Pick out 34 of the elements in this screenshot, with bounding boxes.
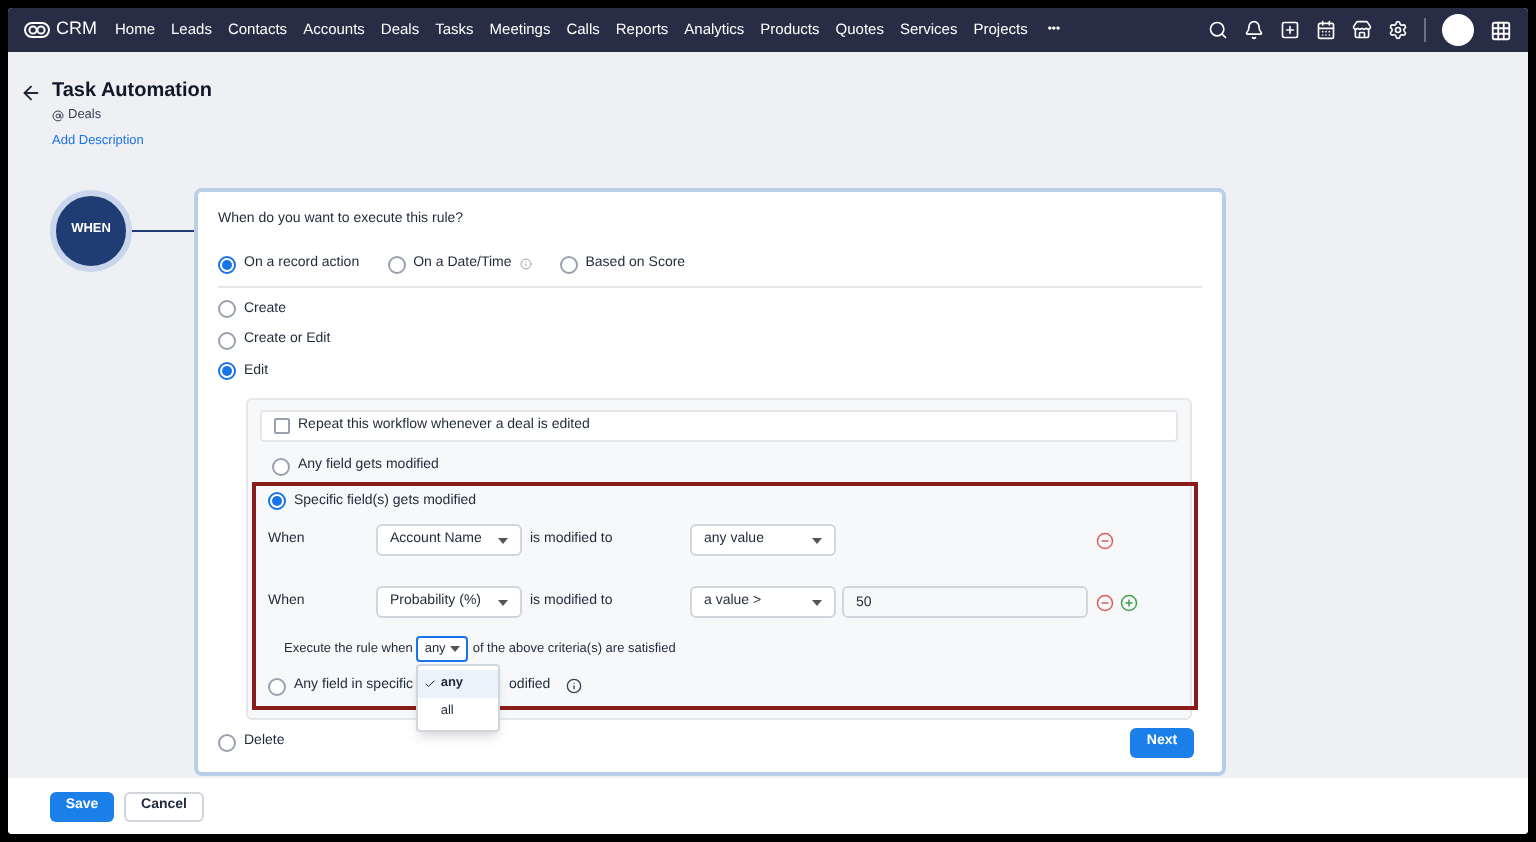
check-icon — [424, 678, 437, 690]
calendar-icon[interactable] — [1316, 20, 1336, 40]
radio-button[interactable] — [268, 677, 286, 696]
radio-button[interactable] — [218, 733, 236, 751]
radio-button[interactable] — [387, 255, 406, 274]
apps-grid-icon[interactable] — [1490, 19, 1512, 41]
checkbox[interactable] — [274, 418, 290, 434]
remove-criteria-icon[interactable] — [1096, 531, 1114, 549]
caret-icon — [498, 599, 508, 605]
add-criteria-icon[interactable] — [1120, 593, 1138, 611]
bell-icon[interactable] — [1244, 20, 1264, 40]
caret-icon — [450, 646, 461, 652]
radio-button[interactable] — [218, 300, 236, 319]
radio-button[interactable] — [218, 331, 236, 350]
back-arrow-icon[interactable] — [20, 82, 42, 104]
radio-button[interactable] — [272, 457, 290, 476]
avatar[interactable] — [1442, 14, 1474, 46]
caret-icon — [498, 537, 508, 543]
radio-button[interactable] — [218, 255, 236, 274]
page-title: Task Automation — [52, 80, 213, 104]
brand-name: CRM — [56, 16, 97, 43]
caret-icon — [812, 599, 822, 605]
radio-button[interactable] — [218, 362, 236, 381]
info-icon[interactable] — [566, 678, 583, 695]
module-icon — [52, 109, 64, 122]
remove-criteria-icon[interactable] — [1096, 593, 1114, 611]
radio-button[interactable] — [268, 492, 286, 511]
add-icon[interactable] — [1280, 20, 1300, 40]
caret-icon — [812, 537, 822, 543]
search-icon[interactable] — [1208, 20, 1228, 40]
radio-button[interactable] — [559, 255, 578, 274]
store-icon[interactable] — [1352, 20, 1372, 40]
logo-icon — [24, 22, 50, 38]
settings-icon[interactable] — [1388, 20, 1408, 40]
